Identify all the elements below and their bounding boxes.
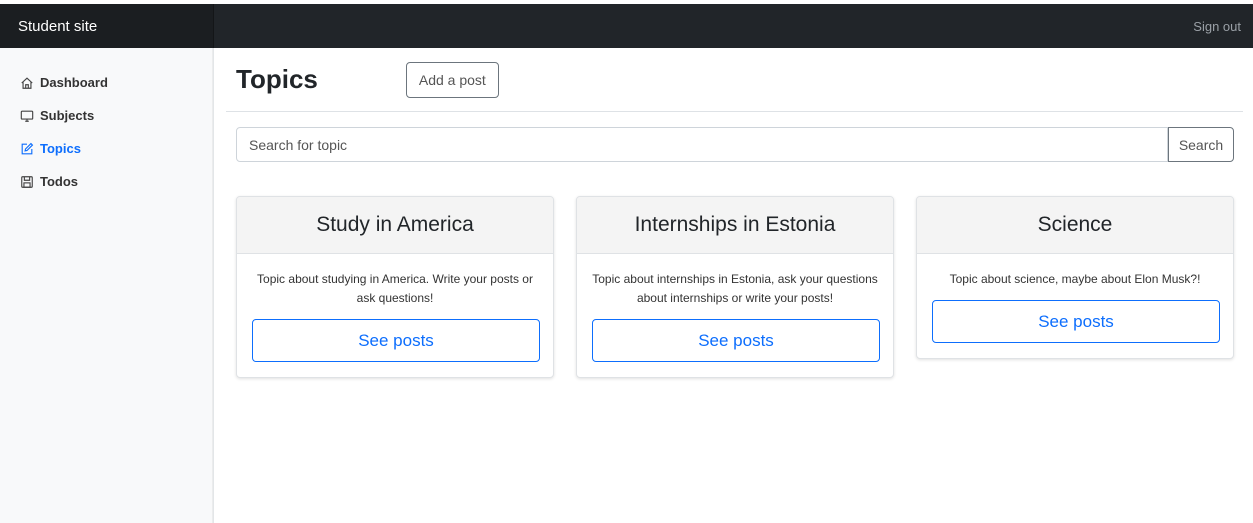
search-button[interactable]: Search (1168, 127, 1234, 162)
save-icon (20, 175, 34, 189)
sidebar-item-subjects[interactable]: Subjects (0, 99, 213, 132)
page-header: Topics Add a post (226, 48, 1243, 112)
sidebar-item-dashboard[interactable]: Dashboard (0, 66, 213, 99)
topic-card-title: Science (917, 197, 1233, 254)
main-content: Topics Add a post Search Study in Americ… (214, 48, 1253, 523)
sidebar-item-label: Topics (40, 141, 81, 156)
topic-card: Science Topic about science, maybe about… (916, 196, 1234, 359)
search-bar: Search (236, 127, 1234, 162)
topic-card-description: Topic about internships in Estonia, ask … (592, 272, 878, 305)
add-post-button[interactable]: Add a post (405, 61, 499, 98)
monitor-icon (20, 109, 34, 123)
page-title: Topics (236, 64, 318, 94)
see-posts-button[interactable]: See posts (252, 319, 540, 362)
pencil-square-icon (20, 142, 34, 156)
sign-out-link[interactable]: Sign out (1193, 19, 1253, 34)
brand-link[interactable]: Student site (0, 4, 214, 48)
sidebar-item-todos[interactable]: Todos (0, 165, 213, 198)
topic-card: Study in America Topic about studying in… (236, 196, 554, 378)
sidebar-item-label: Dashboard (40, 75, 108, 90)
see-posts-button[interactable]: See posts (592, 319, 880, 362)
search-input[interactable] (236, 127, 1168, 162)
topic-card-description: Topic about science, maybe about Elon Mu… (949, 272, 1201, 286)
house-icon (20, 76, 34, 90)
topic-card: Internships in Estonia Topic about inter… (576, 196, 894, 378)
see-posts-button[interactable]: See posts (932, 300, 1220, 343)
topic-card-title: Study in America (237, 197, 553, 254)
top-navbar: Student site Sign out (0, 4, 1253, 48)
sidebar-item-topics[interactable]: Topics (0, 132, 213, 165)
sidebar-item-label: Todos (40, 174, 79, 189)
sidebar-item-label: Subjects (40, 108, 95, 123)
sidebar: Dashboard Subjects Topics Todos (0, 48, 214, 523)
topic-card-description: Topic about studying in America. Write y… (257, 272, 533, 305)
topic-card-title: Internships in Estonia (577, 197, 893, 254)
